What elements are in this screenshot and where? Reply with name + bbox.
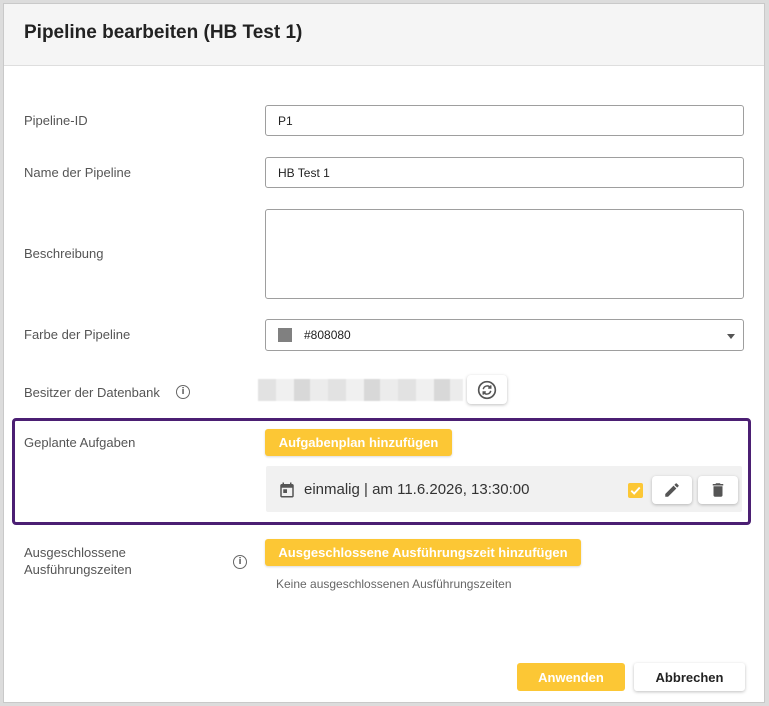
info-icon[interactable]: i xyxy=(176,385,190,399)
sync-icon xyxy=(477,380,497,399)
add-schedule-button[interactable]: Aufgabenplan hinzufügen xyxy=(265,429,452,456)
change-owner-button[interactable] xyxy=(467,375,507,404)
pencil-icon xyxy=(665,483,679,497)
color-select[interactable]: #808080 xyxy=(265,319,744,351)
color-label: Farbe der Pipeline xyxy=(24,327,131,342)
pipeline-name-input[interactable]: HB Test 1 xyxy=(265,157,744,188)
task-description: einmalig | am 11.6.2026, 13:30:00 xyxy=(304,481,530,498)
apply-button[interactable]: Anwenden xyxy=(517,663,625,691)
scheduled-tasks-label: Geplante Aufgaben xyxy=(24,435,136,450)
excluded-empty-text: Keine ausgeschlossenen Ausführungszeiten xyxy=(276,577,512,591)
info-icon[interactable]: i xyxy=(233,555,247,569)
delete-task-button[interactable] xyxy=(698,476,738,504)
color-value: #808080 xyxy=(304,328,351,342)
pipeline-id-value: P1 xyxy=(278,113,293,128)
excluded-label-line2: Ausführungszeiten xyxy=(24,562,132,577)
owner-label: Besitzer der Datenbank xyxy=(24,385,160,400)
color-swatch xyxy=(278,328,292,342)
excluded-times-label: Ausgeschlossene Ausführungszeiten xyxy=(24,544,132,578)
cancel-button[interactable]: Abbrechen xyxy=(634,663,745,691)
description-textarea[interactable] xyxy=(265,209,744,299)
pipeline-id-input[interactable]: P1 xyxy=(265,105,744,136)
excluded-label-line1: Ausgeschlossene xyxy=(24,545,126,560)
task-enabled-checkbox[interactable] xyxy=(628,483,643,498)
dialog-header: Pipeline bearbeiten (HB Test 1) xyxy=(4,4,764,66)
pipeline-name-value: HB Test 1 xyxy=(278,165,330,180)
pipeline-name-label: Name der Pipeline xyxy=(24,165,131,180)
description-label: Beschreibung xyxy=(24,246,104,261)
dialog-title: Pipeline bearbeiten (HB Test 1) xyxy=(24,22,303,43)
checkmark-icon xyxy=(630,486,641,495)
calendar-icon xyxy=(280,482,294,498)
edit-task-button[interactable] xyxy=(652,476,692,504)
trash-icon xyxy=(712,483,724,497)
pipeline-id-label: Pipeline-ID xyxy=(24,113,88,128)
owner-value-redacted xyxy=(258,379,463,401)
edit-pipeline-dialog: Pipeline bearbeiten (HB Test 1) Pipeline… xyxy=(3,3,765,703)
add-excluded-time-button[interactable]: Ausgeschlossene Ausführungszeit hinzufüg… xyxy=(265,539,581,566)
chevron-down-icon xyxy=(727,334,735,339)
